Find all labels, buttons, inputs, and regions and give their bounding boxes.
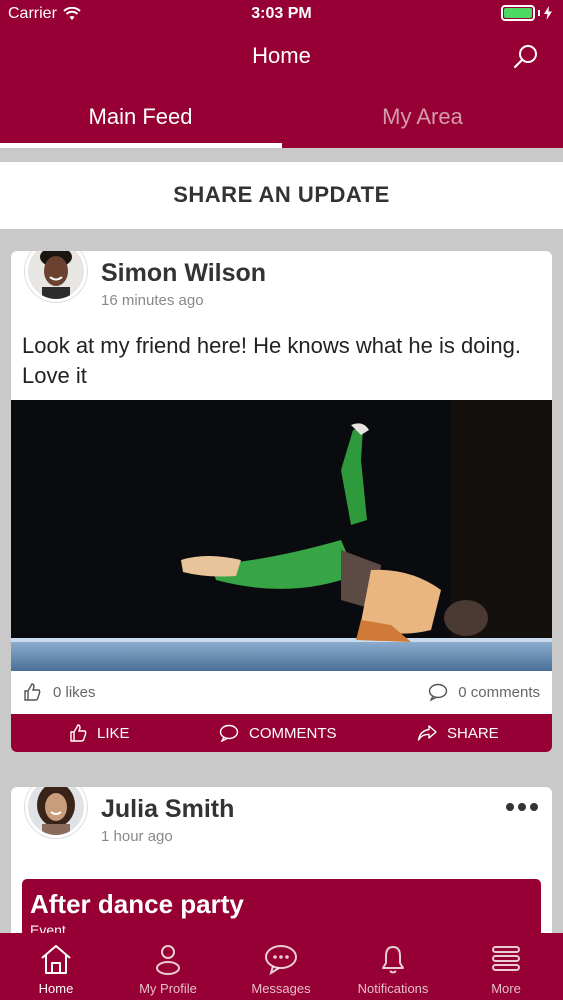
search-button[interactable] xyxy=(511,42,541,72)
menu-icon xyxy=(492,946,520,971)
post-card: Simon Wilson 16 minutes ago Look at my f… xyxy=(11,251,552,752)
share-icon xyxy=(417,725,437,741)
comment-icon xyxy=(219,724,239,742)
clock: 3:03 PM xyxy=(251,5,312,22)
tab-my-area[interactable]: My Area xyxy=(282,92,563,148)
thumbs-up-icon xyxy=(24,683,41,701)
tabbar-more-label: More xyxy=(491,981,521,996)
avatar-photo xyxy=(28,787,84,835)
profile-icon xyxy=(156,945,180,975)
share-label: SHARE xyxy=(447,724,499,742)
avatar[interactable] xyxy=(25,787,87,838)
tabbar-messages-label: Messages xyxy=(251,981,311,996)
tab-main-feed[interactable]: Main Feed xyxy=(0,92,281,148)
battery-icon xyxy=(501,5,553,21)
tabbar-home-label: Home xyxy=(38,981,74,996)
tabbar-messages[interactable]: Messages xyxy=(225,933,337,1000)
app-header: Carrier 3:03 PM Home Main Feed My Area xyxy=(0,0,563,148)
tabbar-notifications[interactable]: Notifications xyxy=(337,933,449,1000)
share-button[interactable]: SHARE xyxy=(417,714,499,752)
comments-label: 0 comments xyxy=(458,683,540,701)
comments-count[interactable]: 0 comments xyxy=(428,683,540,701)
post-time: 1 hour ago xyxy=(101,828,173,845)
share-update-button[interactable]: SHARE AN UPDATE xyxy=(0,162,563,229)
more-options-button[interactable] xyxy=(506,803,538,811)
event-title: After dance party xyxy=(30,889,244,919)
bottom-tab-bar: Home My Profile Messages Notifications M… xyxy=(0,933,563,1000)
likes-count[interactable]: 0 likes xyxy=(23,683,96,701)
thumbs-up-icon xyxy=(70,724,87,742)
comments-button[interactable]: COMMENTS xyxy=(219,714,337,752)
tabbar-my-profile[interactable]: My Profile xyxy=(112,933,224,1000)
tabbar-notifications-label: Notifications xyxy=(357,981,429,996)
post-card: Julia Smith 1 hour ago After dance party… xyxy=(11,787,552,957)
bell-icon xyxy=(382,946,404,974)
dancer-image xyxy=(11,400,552,671)
post-author[interactable]: Julia Smith xyxy=(101,795,234,824)
like-label: LIKE xyxy=(97,724,130,742)
post-actions: LIKE COMMENTS SHARE xyxy=(11,714,552,752)
likes-label: 0 likes xyxy=(53,683,96,701)
search-icon xyxy=(513,45,537,69)
home-icon xyxy=(41,945,71,974)
avatar-photo xyxy=(28,251,84,299)
page-title: Home xyxy=(252,43,311,68)
tabbar-my-profile-label: My Profile xyxy=(139,981,197,996)
post-photo[interactable] xyxy=(11,400,552,671)
active-tab-indicator xyxy=(0,143,282,148)
post-text: Look at my friend here! He knows what he… xyxy=(22,333,521,388)
comments-action-label: COMMENTS xyxy=(249,724,337,742)
post-author[interactable]: Simon Wilson xyxy=(101,259,266,288)
post-stats: 0 likes 0 comments xyxy=(11,671,552,714)
tabbar-more[interactable]: More xyxy=(450,933,562,1000)
avatar[interactable] xyxy=(25,251,87,302)
post-time: 16 minutes ago xyxy=(101,292,204,309)
tabbar-home[interactable]: Home xyxy=(0,933,112,1000)
charging-icon xyxy=(544,6,552,20)
messages-icon xyxy=(265,945,297,976)
like-button[interactable]: LIKE xyxy=(69,714,130,752)
status-bar: Carrier 3:03 PM xyxy=(0,0,563,30)
comment-icon xyxy=(429,683,448,701)
